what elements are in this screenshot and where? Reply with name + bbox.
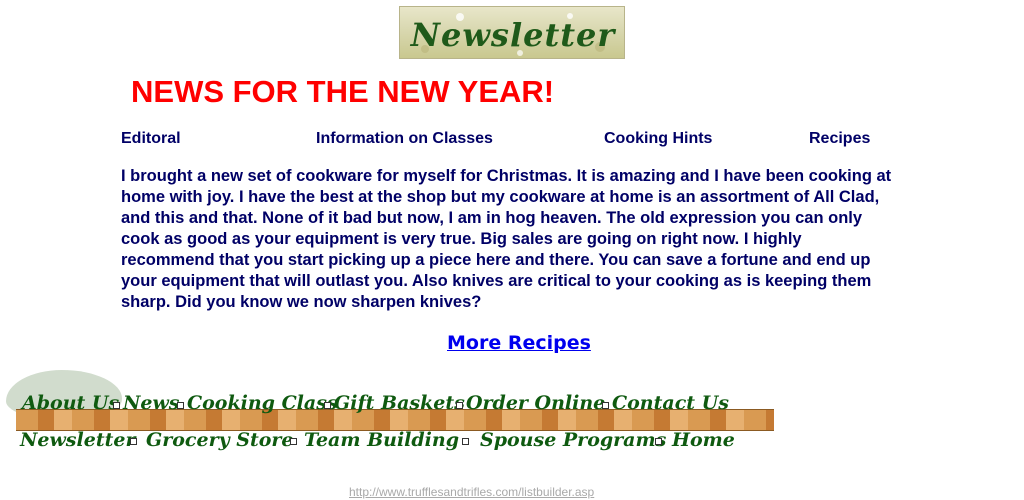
- bullet-icon: [655, 438, 662, 445]
- newsletter-logo: Newsletter: [399, 6, 625, 59]
- nav-contact-us[interactable]: Contact Us: [612, 392, 729, 414]
- bullet-icon: [602, 402, 609, 409]
- nav-newsletter[interactable]: Newsletter: [20, 429, 135, 451]
- nav-spouse-programs[interactable]: Spouse Programs: [480, 429, 666, 451]
- nav-link-cooking-hints[interactable]: Cooking Hints: [604, 130, 712, 148]
- bullet-icon: [130, 438, 137, 445]
- bullet-icon: [113, 402, 120, 409]
- nav-home[interactable]: Home: [672, 429, 735, 451]
- nav-order-online[interactable]: Order Online: [466, 392, 605, 414]
- bullet-icon: [177, 402, 184, 409]
- nav-gift-baskets[interactable]: Gift Baskets: [334, 392, 465, 414]
- nav-about-us[interactable]: About Us: [22, 392, 119, 414]
- nav-grocery-store[interactable]: Grocery Store: [146, 429, 294, 451]
- nav-link-classes[interactable]: Information on Classes: [316, 130, 493, 148]
- nav-news[interactable]: News: [123, 392, 180, 414]
- page-headline: NEWS FOR THE NEW YEAR!: [131, 74, 555, 109]
- logo-text: Newsletter: [410, 16, 616, 54]
- footer-url-link[interactable]: http://www.trufflesandtrifles.com/listbu…: [349, 485, 594, 499]
- bullet-icon: [456, 402, 463, 409]
- bullet-icon: [290, 438, 297, 445]
- more-recipes-link[interactable]: More Recipes: [447, 332, 591, 354]
- article-paragraph: I brought a new set of cookware for myse…: [121, 167, 892, 311]
- nav-link-recipes[interactable]: Recipes: [809, 130, 870, 148]
- site-nav-bar: About Us News Cooking Class Gift Baskets…: [0, 368, 780, 458]
- nav-cooking-class[interactable]: Cooking Class: [187, 392, 338, 414]
- nav-team-building[interactable]: Team Building: [304, 429, 459, 451]
- bullet-icon: [462, 438, 469, 445]
- nav-link-editorial[interactable]: Editoral: [121, 130, 181, 148]
- bullet-icon: [324, 402, 331, 409]
